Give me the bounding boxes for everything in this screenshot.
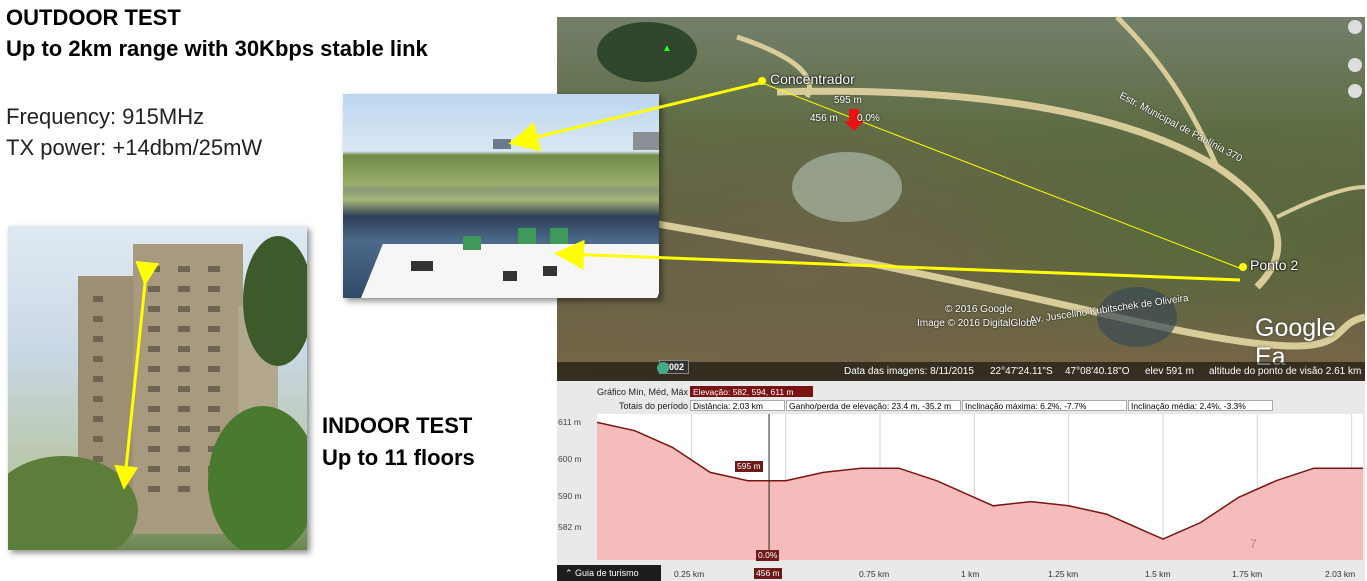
map-percent-label: 0.0% [857, 113, 880, 124]
placemark-ponto-2[interactable]: Ponto 2 [1250, 257, 1298, 273]
field-test-photo [343, 94, 659, 298]
outdoor-title-line2: Up to 2km range with 30Kbps stable link [6, 36, 428, 61]
profile-totals-label: Totais do período [619, 401, 689, 411]
gain-loss-stats-box: Ganho/perda de elevação: 23.4 m, -35.2 m [786, 400, 961, 411]
distance-stats-box: Distância: 2.03 km [690, 400, 785, 411]
placemark-concentrador[interactable]: Concentrador [770, 71, 855, 87]
x-tick-203: 2.03 km [1325, 569, 1356, 579]
y-tick-600: 600 m [558, 454, 582, 464]
latitude-readout: 22°47'24.11"S [990, 366, 1053, 377]
x-tick-025: 0.25 km [674, 569, 705, 579]
cursor-distance-label: 456 m [754, 568, 782, 579]
elevation-profile-chart [596, 414, 1363, 560]
tour-guide-label: Guia de turismo [575, 568, 639, 578]
elevation-readout: elev 591 m [1145, 366, 1194, 377]
outdoor-title: OUTDOOR TEST Up to 2km range with 30Kbps… [6, 2, 428, 64]
indoor-title-line1: INDOOR TEST [322, 413, 473, 438]
tour-guide-button[interactable]: ⌃ Guia de turismo [557, 565, 661, 581]
longitude-readout: 47°08'40.18"O [1065, 366, 1130, 377]
map-copyright-digitalglobe: Image © 2016 DigitalGlobe [917, 318, 1038, 329]
tx-power-text: TX power: +14dbm/25mW [6, 135, 263, 160]
stray-digit: 7 [1250, 537, 1257, 551]
frequency-text: Frequency: 915MHz [6, 104, 205, 129]
imagery-date: Data das imagens: 8/11/2015 [844, 366, 974, 377]
indoor-title: INDOOR TEST Up to 11 floors [322, 410, 475, 474]
x-tick-125: 1.25 km [1048, 569, 1079, 579]
max-slope-stats-box: Inclinação máxima: 6.2%, -7.7% [962, 400, 1127, 411]
elevation-stats-box: Elevação: 582, 594, 611 m [690, 386, 813, 397]
map-nav-controls[interactable] [1348, 17, 1365, 137]
timeline-icon[interactable] [657, 362, 669, 374]
elevation-profile-panel: Gráfico Mín, Méd, Máx Elevação: 582, 594… [557, 381, 1365, 581]
x-tick-175: 1.75 km [1232, 569, 1263, 579]
chevron-up-icon: ⌃ [565, 568, 576, 578]
move-icon[interactable] [1348, 84, 1362, 98]
cursor-elevation-label: 595 m [735, 461, 763, 472]
avg-slope-stats-box: Inclinação média: 2.4%, -3.3% [1128, 400, 1273, 411]
north-marker-icon: ▲ [662, 43, 672, 54]
y-tick-582: 582 m [558, 522, 582, 532]
elevation-plot[interactable] [596, 414, 1363, 560]
x-tick-1: 1 km [961, 569, 980, 579]
cursor-percent-label: 0.0% [756, 550, 780, 561]
outdoor-title-line1: OUTDOOR TEST [6, 5, 181, 30]
y-tick-611: 611 m [558, 417, 581, 427]
indoor-title-line2: Up to 11 floors [322, 445, 475, 470]
satellite-map[interactable]: Concentrador Ponto 2 595 m 456 m 0.0% © … [557, 17, 1365, 381]
map-copyright-google: © 2016 Google [945, 304, 1013, 315]
map-elevation-label: 595 m [834, 95, 862, 106]
y-tick-590: 590 m [558, 491, 582, 501]
map-distance-label: 456 m [810, 113, 838, 124]
building-photo [8, 226, 307, 550]
compass-icon[interactable] [1348, 20, 1362, 34]
x-tick-15: 1.5 km [1145, 569, 1171, 579]
eye-altitude-readout: altitude do ponto de visão 2.61 km [1209, 366, 1362, 377]
x-tick-075: 0.75 km [859, 569, 890, 579]
floor-height-arrow [114, 260, 160, 490]
look-icon[interactable] [1348, 58, 1362, 72]
profile-area [597, 422, 1363, 560]
radio-specs: Frequency: 915MHz TX power: +14dbm/25mW [6, 101, 262, 163]
profile-graph-label: Gráfico Mín, Méd, Máx [597, 387, 689, 397]
map-status-bar: 2002 Data das imagens: 8/11/2015 22°47'2… [557, 360, 1365, 381]
